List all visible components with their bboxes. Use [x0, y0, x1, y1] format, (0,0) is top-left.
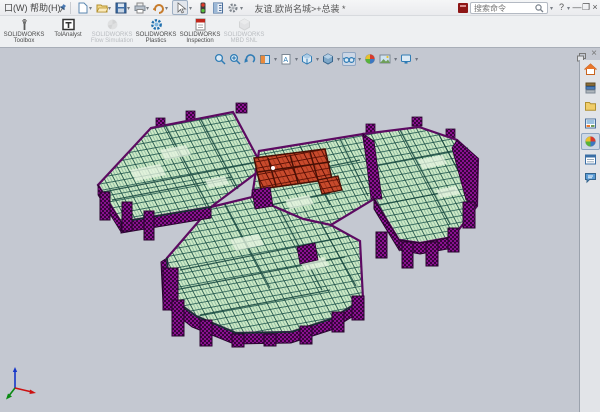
toolbar-separator: [70, 2, 71, 14]
zoom-to-fit-icon[interactable]: [213, 52, 227, 66]
plastics-icon: [150, 18, 163, 31]
solidworks-resources-icon[interactable]: [581, 61, 600, 78]
addin-plastics[interactable]: SOLIDWORKS Plastics: [134, 17, 178, 47]
document-title: 友谊.欧尚名城>+总装 *: [150, 2, 450, 15]
solidworks-logo-icon: [458, 3, 468, 13]
addin-tolanalyst[interactable]: TolAnalyst: [46, 17, 90, 47]
heads-up-view-toolbar: ▾ A ▾ ▾ ▾ ▾ ▾ ▾: [213, 52, 419, 66]
pushpin-icon[interactable]: [58, 3, 67, 15]
orientation-caret[interactable]: ▾: [316, 56, 319, 63]
search-icon[interactable]: [535, 4, 544, 15]
addin-inspection[interactable]: SOLIDWORKS Inspection: [178, 17, 222, 47]
model-white-marker: [271, 166, 275, 170]
dynamic-annotation-icon[interactable]: A: [279, 52, 293, 66]
scene-caret[interactable]: ▾: [394, 56, 397, 63]
addin-flow-simulation[interactable]: SOLIDWORKS Flow Simulation: [90, 17, 134, 47]
print-icon[interactable]: [134, 2, 146, 14]
addin-mbd-snl[interactable]: SOLIDWORKS MBD SNL: [222, 17, 266, 47]
view-orientation-icon[interactable]: [300, 52, 314, 66]
section-view-icon[interactable]: [258, 52, 272, 66]
open-icon[interactable]: [96, 2, 108, 14]
inspection-icon: [194, 18, 207, 31]
close-button[interactable]: ×: [590, 2, 600, 12]
display-style-icon[interactable]: [321, 52, 335, 66]
menu-bar: 口(W) 帮助(H) ▾ ▾ ▾ ▾ ▾ ▾ ▾: [0, 0, 600, 16]
save-icon[interactable]: [115, 2, 127, 14]
print-caret[interactable]: ▾: [146, 5, 149, 12]
file-explorer-icon[interactable]: [581, 97, 600, 114]
help-button[interactable]: ?: [559, 2, 564, 12]
origin-triad: [5, 366, 39, 400]
view-palette-icon[interactable]: [581, 115, 600, 132]
svg-text:A: A: [283, 57, 288, 64]
search-options-caret[interactable]: ▾: [550, 5, 553, 12]
view-settings-icon[interactable]: [399, 52, 413, 66]
command-manager-ribbon: SOLIDWORKS Toolbox TolAnalyst SOLIDWORKS…: [0, 16, 600, 48]
open-caret[interactable]: ▾: [108, 5, 111, 12]
view-settings-caret[interactable]: ▾: [415, 56, 418, 63]
edit-appearance-icon[interactable]: [363, 52, 377, 66]
appearances-scenes-icon[interactable]: [581, 133, 600, 150]
mbd-snl-icon: [238, 18, 251, 31]
graphics-area[interactable]: ▾ A ▾ ▾ ▾ ▾ ▾ ▾: [0, 48, 600, 412]
hide-show-caret[interactable]: ▾: [358, 56, 361, 63]
tolanalyst-icon: [62, 18, 75, 31]
apply-scene-icon[interactable]: [378, 52, 392, 66]
design-library-icon[interactable]: [581, 79, 600, 96]
assembly-model[interactable]: [0, 48, 600, 412]
custom-properties-icon[interactable]: [581, 151, 600, 168]
new-caret[interactable]: ▾: [89, 5, 92, 12]
solidworks-window: 口(W) 帮助(H) ▾ ▾ ▾ ▾ ▾ ▾ ▾: [0, 0, 600, 412]
task-pane-bar: [579, 60, 600, 412]
section-caret[interactable]: ▾: [274, 56, 277, 63]
new-document-icon[interactable]: [77, 2, 89, 14]
zoom-to-area-icon[interactable]: [228, 52, 242, 66]
help-caret[interactable]: ▾: [567, 5, 570, 12]
flow-simulation-icon: [106, 18, 119, 31]
toolbox-icon: [18, 18, 31, 31]
addin-solidworks-toolbox[interactable]: SOLIDWORKS Toolbox: [2, 17, 46, 47]
previous-view-icon[interactable]: [243, 52, 257, 66]
display-caret[interactable]: ▾: [337, 56, 340, 63]
hide-show-items-icon[interactable]: [342, 52, 356, 66]
save-caret[interactable]: ▾: [127, 5, 130, 12]
forum-icon[interactable]: [581, 169, 600, 186]
annotation-caret[interactable]: ▾: [295, 56, 298, 63]
